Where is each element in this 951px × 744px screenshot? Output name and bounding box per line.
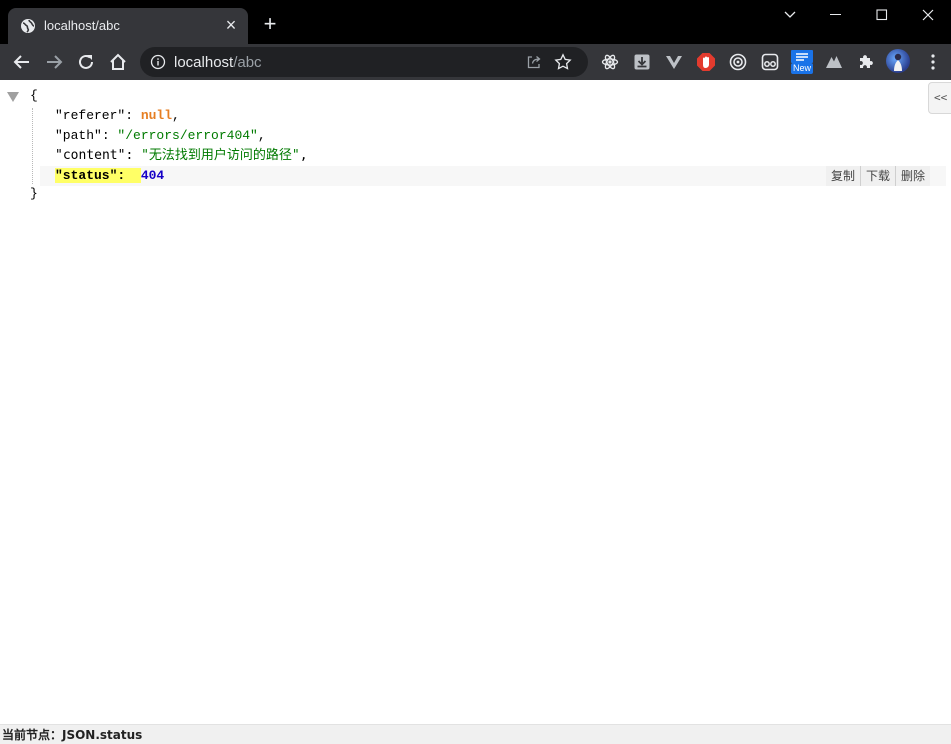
current-node-status: 当前节点：JSON.status (0, 724, 951, 744)
json-key: "content" (55, 148, 126, 163)
browser-toolbar: localhost/abc New (0, 44, 951, 80)
address-bar[interactable]: localhost/abc (140, 47, 588, 77)
new-badge: New (791, 63, 814, 74)
site-info-icon[interactable] (150, 54, 166, 70)
tab-strip: localhost/abc × + (0, 0, 951, 44)
json-line-path[interactable]: "path": "/errors/error404", (55, 126, 266, 146)
selected-row-highlight (40, 166, 946, 186)
json-line-referer[interactable]: "referer": null, (55, 106, 180, 126)
maximize-icon[interactable] (859, 0, 905, 30)
json-key: "path" (55, 128, 102, 143)
reload-icon[interactable] (72, 48, 100, 76)
vue-devtools-icon[interactable] (661, 49, 687, 75)
new-tab-button[interactable]: + (258, 13, 282, 37)
profile-avatar[interactable] (886, 49, 910, 73)
tampermonkey-icon[interactable] (757, 49, 783, 75)
bookmark-star-icon[interactable] (554, 53, 572, 71)
json-value: "/errors/error404" (117, 128, 258, 143)
new-extension-icon[interactable]: New (789, 49, 815, 75)
home-icon[interactable] (104, 48, 132, 76)
adblock-icon[interactable] (693, 49, 719, 75)
json-line-content[interactable]: "content": "无法找到用户访问的路径", (55, 146, 308, 166)
forward-icon[interactable] (40, 48, 68, 76)
row-actions: 复制 下载 删除 (826, 166, 931, 186)
json-line-status[interactable]: "status": 404 (55, 166, 164, 186)
back-icon[interactable] (8, 48, 36, 76)
react-devtools-icon[interactable] (597, 49, 623, 75)
share-icon[interactable] (526, 54, 542, 70)
minimize-icon[interactable] (813, 0, 859, 30)
extensions-puzzle-icon[interactable] (853, 49, 879, 75)
tab-close-icon[interactable]: × (220, 15, 242, 37)
mountain-extension-icon[interactable] (821, 49, 847, 75)
json-viewer: { "referer": null, "path": "/errors/erro… (0, 80, 951, 724)
json-value: null (140, 108, 173, 123)
json-open-brace: { (30, 88, 38, 103)
json-value: "无法找到用户访问的路径" (141, 148, 300, 163)
url-path: /abc (233, 54, 262, 71)
json-close-brace: } (30, 186, 38, 201)
copy-button[interactable]: 复制 (826, 166, 861, 186)
delete-button[interactable]: 删除 (895, 166, 931, 186)
url-text[interactable]: localhost/abc (174, 54, 262, 71)
json-value: 404 (140, 168, 165, 183)
tab-title: localhost/abc (44, 18, 120, 33)
side-panel-toggle[interactable]: << (928, 82, 951, 114)
download-extension-icon[interactable] (629, 49, 655, 75)
collapse-triangle-icon[interactable] (7, 92, 19, 102)
target-extension-icon[interactable] (725, 49, 751, 75)
indent-guide (32, 108, 33, 184)
browser-menu-icon[interactable] (922, 50, 944, 74)
tab-search-icon[interactable] (767, 0, 813, 30)
globe-icon (21, 19, 35, 33)
url-host: localhost (174, 54, 234, 71)
download-button[interactable]: 下载 (860, 166, 896, 186)
json-key-selected: "status" (55, 168, 118, 183)
close-window-icon[interactable] (905, 0, 951, 30)
tab-localhost-abc[interactable]: localhost/abc × (8, 8, 248, 44)
json-key: "referer" (55, 108, 126, 123)
